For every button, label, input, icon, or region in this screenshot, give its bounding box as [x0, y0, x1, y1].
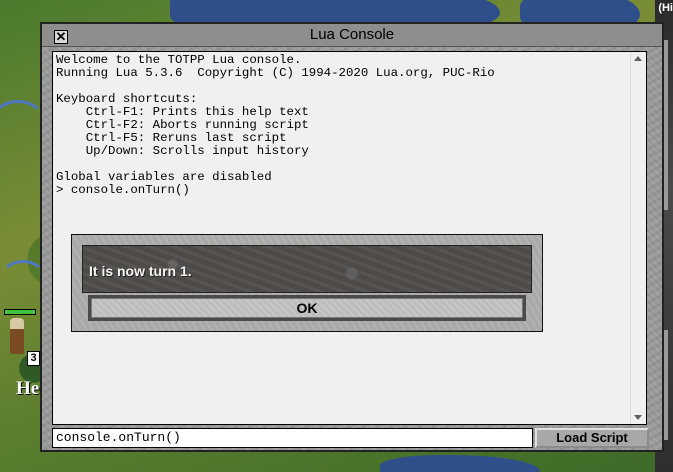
dialog-message-panel: It is now turn 1. [82, 245, 532, 293]
console-output-text: Welcome to the TOTPP Lua console. Running… [56, 54, 495, 197]
title-bar[interactable]: ✕ Lua Console [42, 24, 662, 47]
corner-label: (Hi [658, 2, 673, 14]
panel-bar [664, 330, 668, 440]
lake-area [380, 455, 540, 472]
turn-dialog: It is now turn 1. OK [71, 234, 543, 332]
ok-button-label[interactable]: OK [91, 298, 523, 318]
load-script-button[interactable]: Load Script [535, 428, 649, 448]
console-line: Running Lua 5.3.6 Copyright (C) 1994-202… [56, 66, 495, 80]
vertical-scrollbar[interactable] [630, 52, 646, 424]
city-label[interactable]: He [16, 378, 39, 400]
unit-figure[interactable] [10, 318, 24, 354]
console-line: Up/Down: Scrolls input history [56, 144, 309, 158]
window-title: Lua Console [309, 26, 395, 43]
arrow-up-icon[interactable] [634, 56, 642, 61]
ok-button[interactable]: OK [88, 295, 526, 321]
dialog-message: It is now turn 1. [89, 263, 192, 279]
panel-bar [664, 40, 668, 210]
unit-count-badge: 3 [27, 351, 40, 366]
arrow-down-icon[interactable] [634, 415, 642, 420]
console-line: > console.onTurn() [56, 183, 190, 197]
unit-health-bar [4, 309, 36, 315]
console-input[interactable]: console.onTurn() [52, 428, 533, 448]
